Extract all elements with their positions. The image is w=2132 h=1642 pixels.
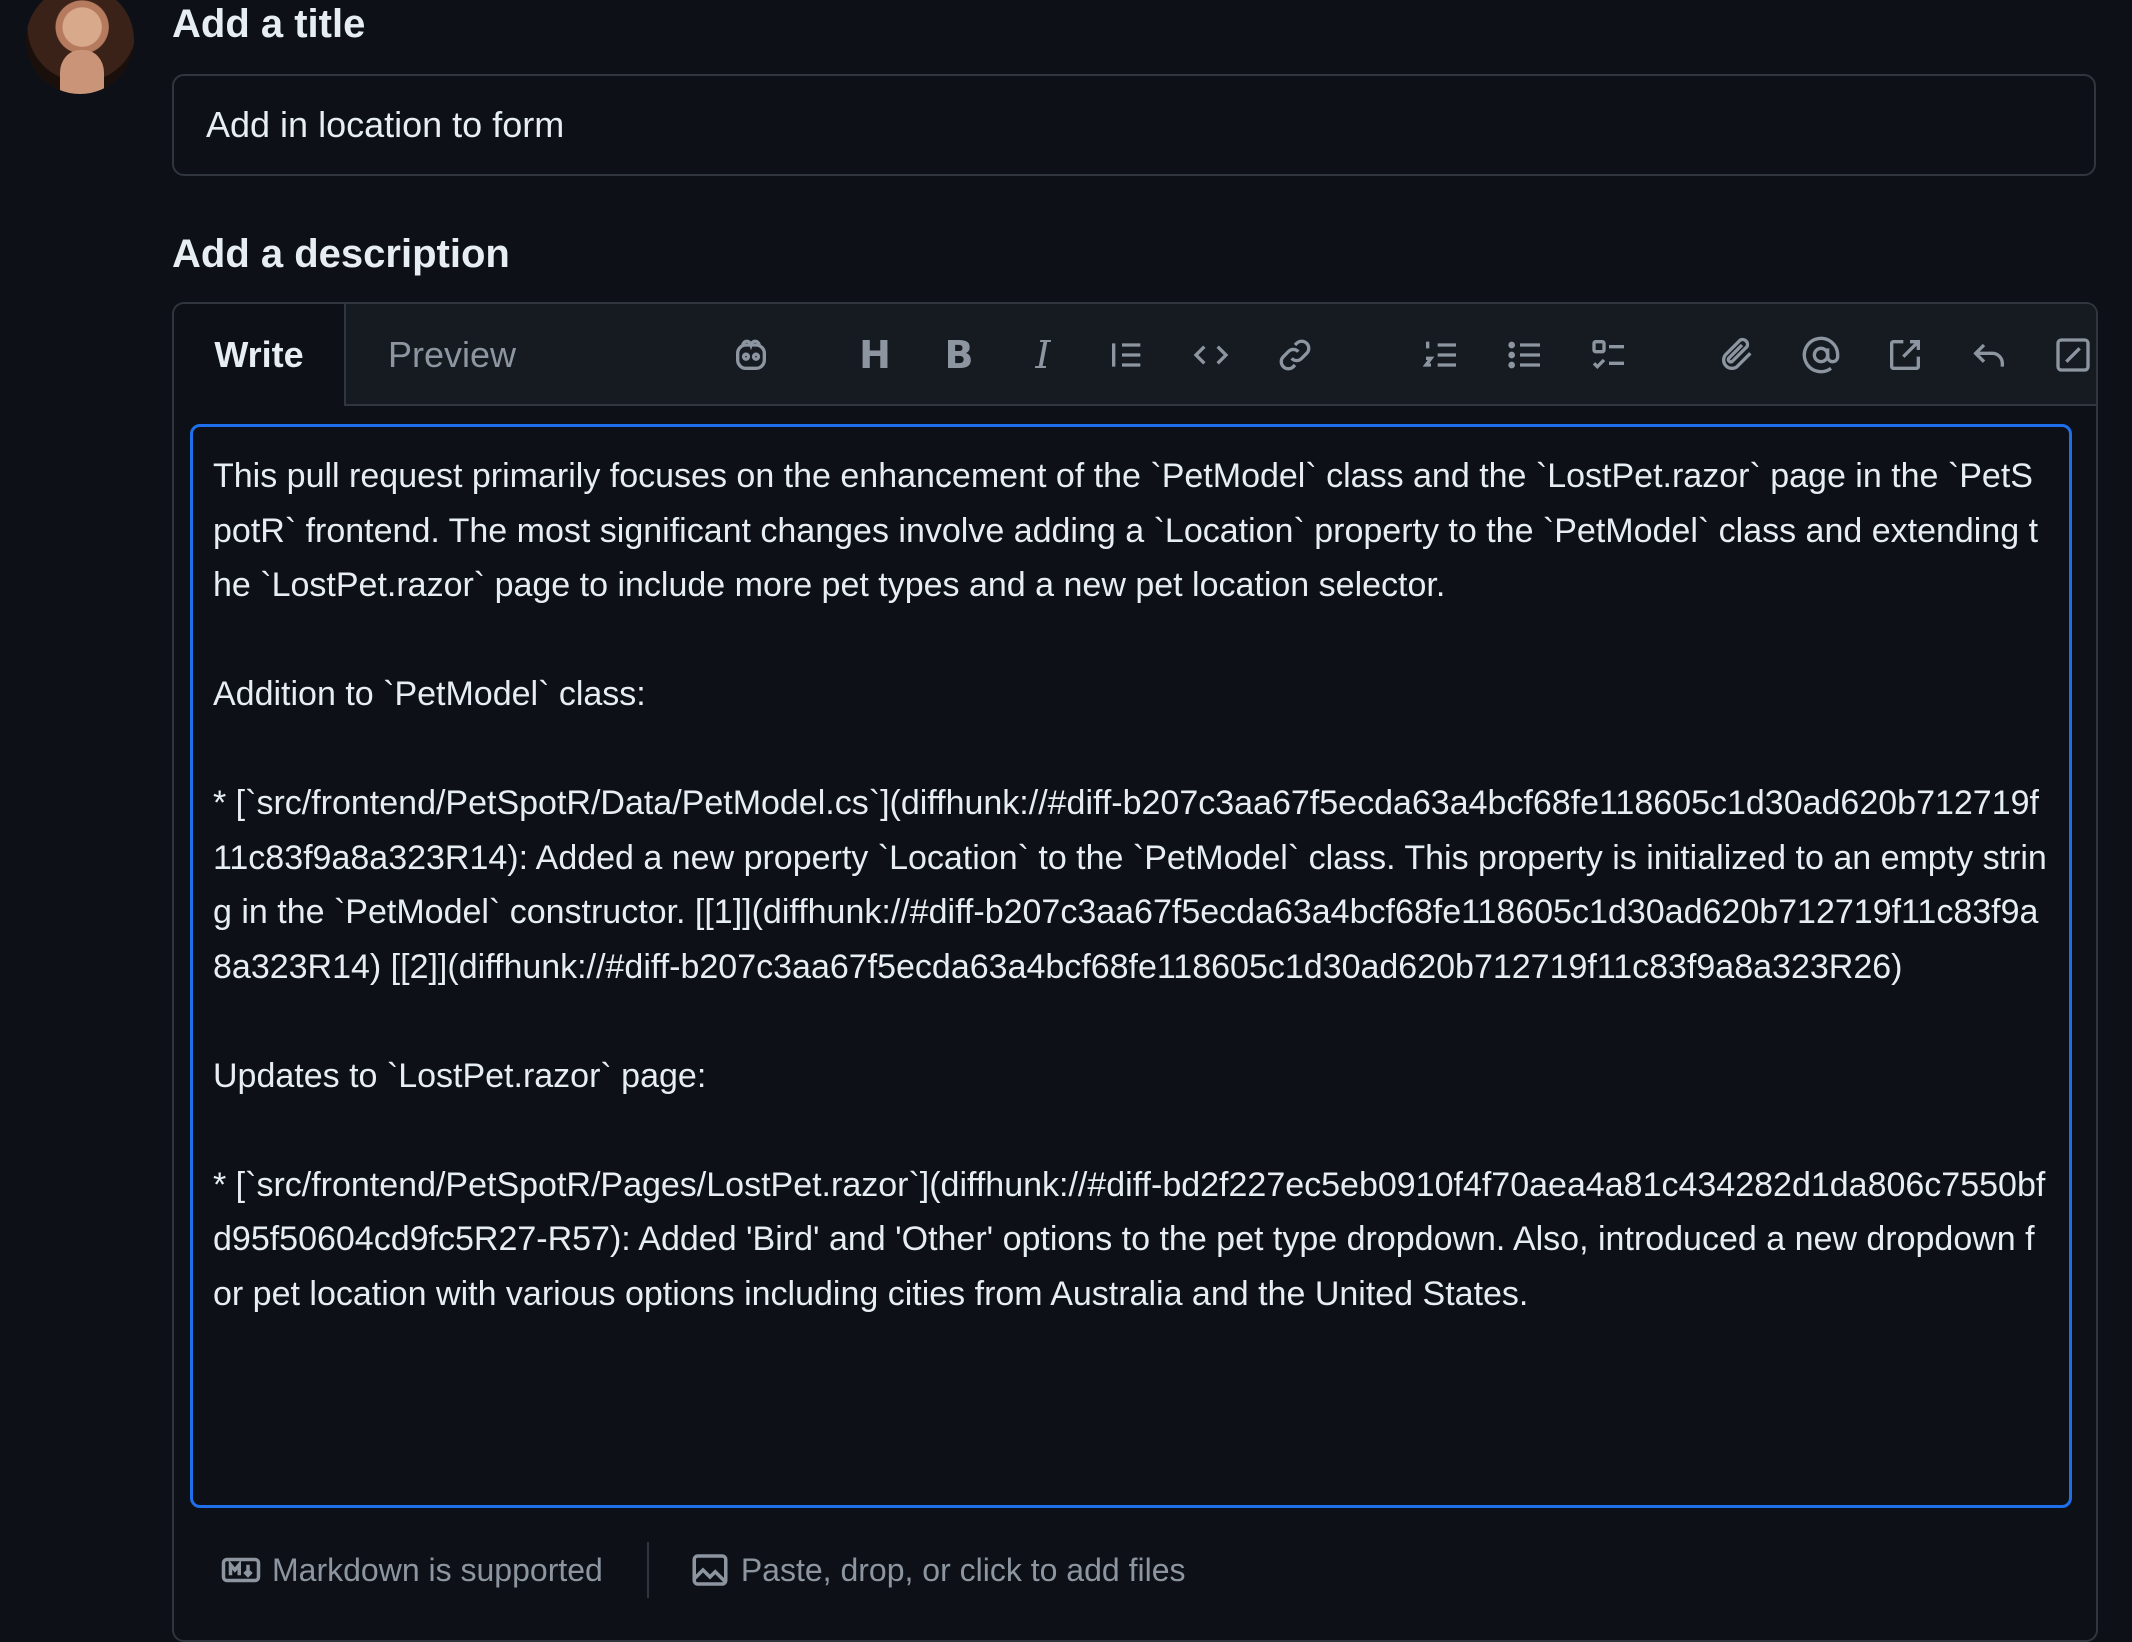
editor-toolbar: Write Preview H B I	[174, 304, 2096, 406]
avatar	[26, 0, 134, 94]
image-icon	[692, 1554, 728, 1586]
copilot-icon[interactable]	[726, 330, 776, 380]
tab-preview[interactable]: Preview	[388, 304, 516, 406]
footer-divider	[646, 1542, 649, 1598]
editor-footer: Markdown is supported Paste, drop, or cl…	[220, 1530, 2096, 1610]
markdown-supported-link[interactable]: Markdown is supported	[272, 1552, 603, 1589]
code-icon[interactable]	[1186, 330, 1236, 380]
italic-icon[interactable]: I	[1018, 330, 1068, 380]
markdown-icon	[221, 1557, 261, 1583]
description-textarea[interactable]: This pull request primarily focuses on t…	[190, 424, 2072, 1508]
mention-icon[interactable]	[1796, 330, 1846, 380]
description-editor: Write Preview H B I This pull request pr…	[172, 302, 2098, 1642]
quote-icon[interactable]	[1102, 330, 1152, 380]
unordered-list-icon[interactable]	[1500, 330, 1550, 380]
ordered-list-icon[interactable]	[1416, 330, 1466, 380]
task-list-icon[interactable]	[1584, 330, 1634, 380]
undo-icon[interactable]	[1964, 330, 2014, 380]
reference-icon[interactable]	[1880, 330, 1930, 380]
bold-icon[interactable]: B	[934, 330, 984, 380]
add-files-button[interactable]: Paste, drop, or click to add files	[741, 1552, 1186, 1589]
tab-write[interactable]: Write	[174, 304, 346, 406]
title-label: Add a title	[172, 2, 366, 46]
description-label: Add a description	[172, 232, 510, 276]
heading-icon[interactable]: H	[850, 330, 900, 380]
title-input[interactable]: Add in location to form	[172, 74, 2096, 176]
link-icon[interactable]	[1270, 330, 1320, 380]
attach-icon[interactable]	[1712, 330, 1762, 380]
fullscreen-icon[interactable]	[2048, 330, 2098, 380]
